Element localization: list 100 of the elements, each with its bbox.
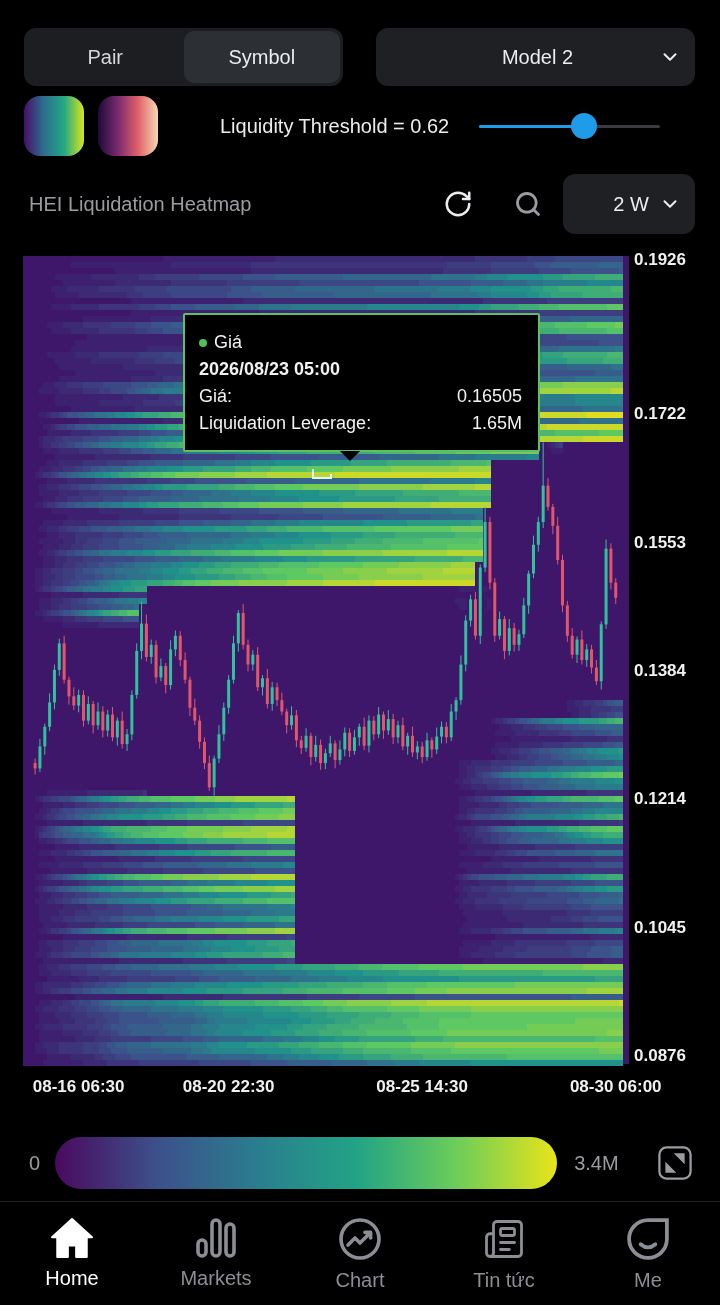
candlestick xyxy=(512,622,516,653)
candlestick xyxy=(435,726,439,755)
candlestick xyxy=(391,713,395,745)
candlestick xyxy=(251,649,255,672)
candlestick xyxy=(580,629,584,666)
y-axis-label: 0.0876 xyxy=(634,1045,686,1066)
candlestick xyxy=(77,689,81,713)
candlestick xyxy=(38,738,42,773)
candlestick xyxy=(425,732,429,762)
gradient-swatch[interactable] xyxy=(98,96,158,156)
candlestick xyxy=(507,618,511,656)
candlestick xyxy=(357,723,361,747)
candlestick xyxy=(299,735,303,755)
x-axis-label: 08-16 06:30 xyxy=(32,1076,125,1098)
candlestick xyxy=(575,636,579,664)
candlestick xyxy=(115,717,119,747)
candlestick xyxy=(173,629,177,657)
candlestick xyxy=(72,686,76,711)
candlestick xyxy=(420,741,424,764)
search-icon[interactable] xyxy=(514,190,542,218)
candlestick xyxy=(290,705,294,731)
tooltip-label: Liquidation Leverage: xyxy=(199,412,372,435)
model-dropdown[interactable]: Model 2 xyxy=(376,28,695,86)
candlestick xyxy=(517,629,521,652)
x-axis-label: 08-25 14:30 xyxy=(376,1076,469,1098)
tooltip-value: 0.16505 xyxy=(456,385,522,408)
nav-tab[interactable]: Markets xyxy=(180,1218,252,1290)
home-icon xyxy=(51,1218,93,1258)
smile-face-icon xyxy=(627,1218,669,1260)
candlestick xyxy=(91,700,95,735)
candlestick xyxy=(275,682,279,707)
candlestick xyxy=(120,711,124,750)
candlestick xyxy=(280,692,284,716)
candlestick xyxy=(202,736,206,770)
candlestick xyxy=(101,705,105,738)
candlestick xyxy=(498,610,502,641)
scale-max-label: 3.4M xyxy=(574,1151,619,1176)
candlestick xyxy=(411,726,415,758)
candlestick xyxy=(396,720,400,744)
threshold-slider[interactable] xyxy=(479,113,661,139)
y-axis-label: 0.1926 xyxy=(634,249,686,270)
candlestick xyxy=(377,706,381,739)
candlestick xyxy=(323,748,327,770)
candlestick xyxy=(304,727,308,753)
candlestick xyxy=(454,696,458,721)
candlestick xyxy=(338,739,342,766)
crosshair-marker-icon xyxy=(312,469,332,479)
nav-tab[interactable]: Tin tức xyxy=(473,1218,535,1292)
y-axis-label: 0.1045 xyxy=(634,917,686,938)
candlestick xyxy=(348,727,352,758)
candlestick xyxy=(193,698,197,726)
x-axis-label: 08-30 06:00 xyxy=(569,1076,662,1098)
segment-tab[interactable]: Pair xyxy=(27,31,184,83)
scale-min-label: 0 xyxy=(29,1151,41,1176)
tooltip-label: Giá: xyxy=(199,385,232,408)
candlestick xyxy=(401,717,405,751)
candlestick xyxy=(386,709,390,736)
candlestick xyxy=(570,627,574,659)
candlestick xyxy=(106,709,110,738)
x-axis-label: 08-20 22:30 xyxy=(182,1076,275,1098)
y-axis-label: 0.1384 xyxy=(634,660,686,681)
candlestick xyxy=(328,735,332,758)
y-axis-label: 0.1722 xyxy=(634,404,686,425)
series-dot-icon xyxy=(199,338,207,347)
candlestick xyxy=(164,662,168,694)
candlestick xyxy=(319,739,323,771)
candlestick xyxy=(261,674,265,697)
gradient-swatch[interactable] xyxy=(24,96,84,156)
nav-tab[interactable]: Home xyxy=(45,1218,99,1290)
candlestick xyxy=(111,706,115,742)
candlestick xyxy=(43,723,47,756)
heatmap-title: HEI Liquidation Heatmap xyxy=(29,192,252,217)
threshold-label: Liquidity Threshold = 0.62 xyxy=(220,114,450,139)
candlestick xyxy=(96,701,100,731)
candlestick xyxy=(469,594,473,628)
tooltip-time: 2026/08/23 05:00 xyxy=(199,358,341,381)
candlestick xyxy=(333,739,337,769)
candlestick xyxy=(430,736,434,759)
candlestick xyxy=(362,717,366,751)
candlestick xyxy=(159,657,163,682)
candlestick xyxy=(536,516,540,553)
candlestick xyxy=(444,721,448,744)
tooltip-series: Giá xyxy=(214,331,242,354)
nav-tab[interactable]: Me xyxy=(627,1218,669,1292)
candlestick xyxy=(309,732,313,766)
candlestick xyxy=(590,644,594,675)
trend-chart-icon xyxy=(339,1218,381,1260)
candlestick xyxy=(415,740,419,760)
range-dropdown[interactable]: 2 W xyxy=(563,174,695,234)
nav-tab[interactable]: Chart xyxy=(335,1218,385,1292)
y-axis-label: 0.1553 xyxy=(634,532,686,553)
segment-tab[interactable]: Symbol xyxy=(183,31,340,83)
candlestick xyxy=(183,651,187,684)
candlestick xyxy=(594,659,598,686)
candlestick xyxy=(246,639,250,672)
expand-icon[interactable] xyxy=(658,1146,692,1180)
candlestick xyxy=(314,735,318,763)
candlestick xyxy=(343,726,347,757)
refresh-icon[interactable] xyxy=(443,189,473,219)
candlestick xyxy=(381,711,385,740)
